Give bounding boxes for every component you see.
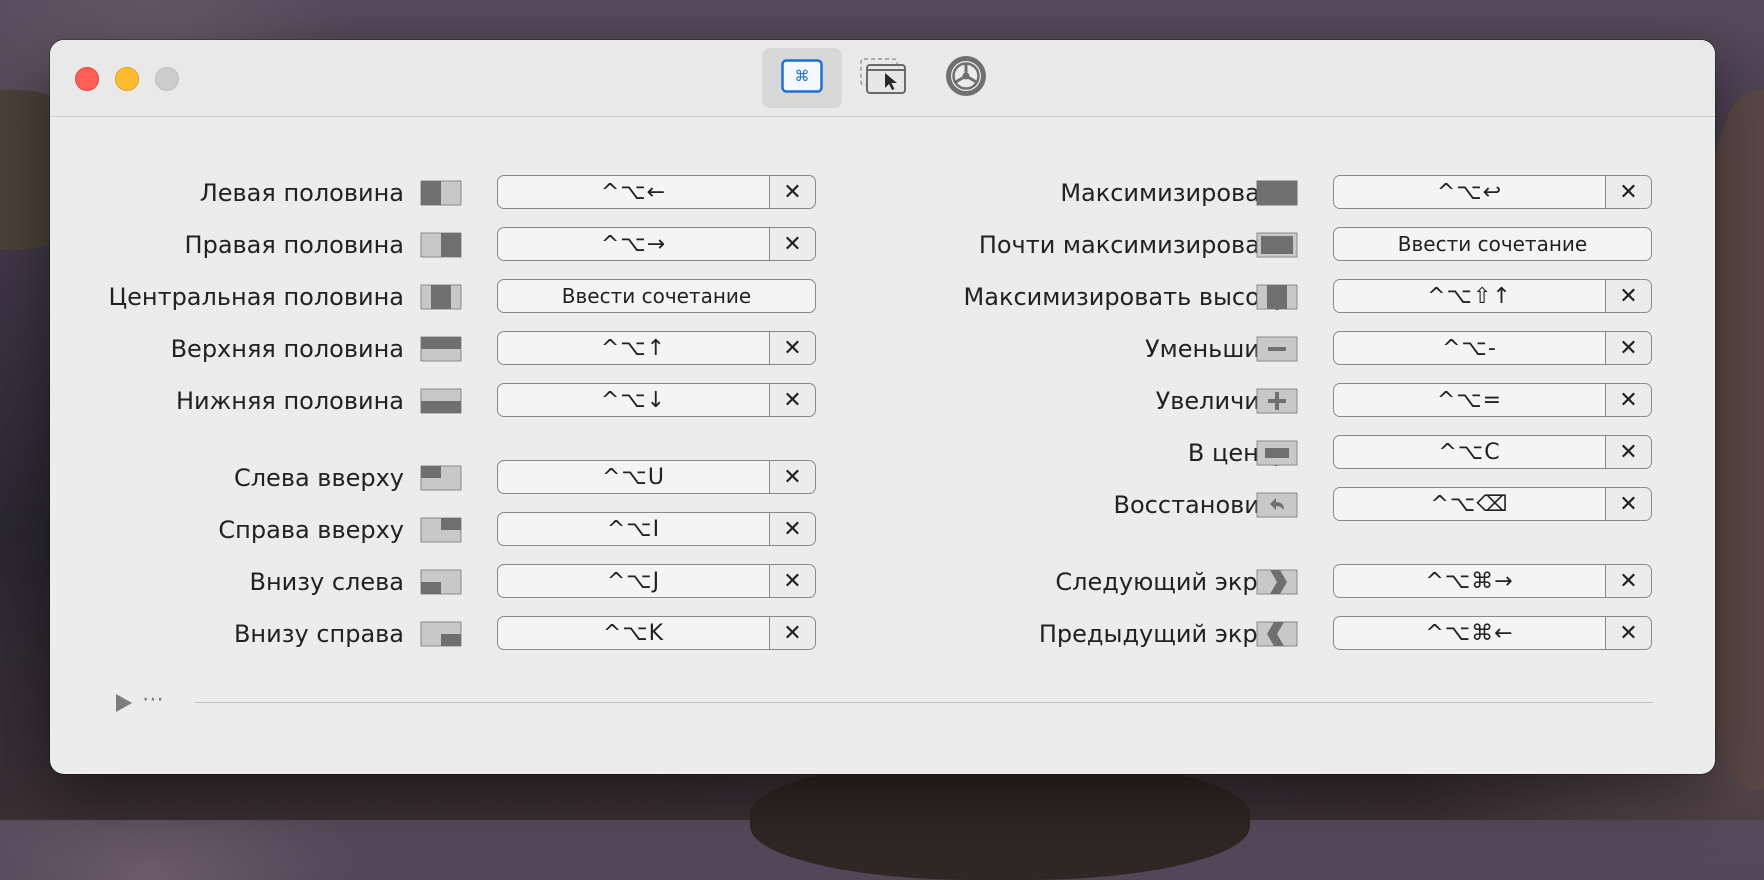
titlebar: ⌘ xyxy=(50,40,1715,117)
disclosure-triangle-icon[interactable] xyxy=(116,694,132,712)
clear-shortcut-button[interactable]: ✕ xyxy=(1606,383,1652,417)
desktop-wallpaper-rock xyxy=(750,760,1250,880)
shortcut-recorder-make-smaller[interactable]: ^⌥- xyxy=(1333,331,1606,365)
maximize-icon xyxy=(1256,180,1298,206)
shortcut-row-center: В центр ^⌥C ✕ xyxy=(50,435,1715,471)
minimize-window-button[interactable] xyxy=(115,67,139,91)
clear-shortcut-button[interactable]: ✕ xyxy=(1606,487,1652,521)
shortcut-row-maximize: Максимизировать ^⌥↩ ✕ xyxy=(50,175,1715,211)
divider xyxy=(195,702,1653,703)
shortcut-label: Максимизировать высоту xyxy=(963,283,1288,311)
clear-shortcut-button[interactable]: ✕ xyxy=(1606,175,1652,209)
command-key-icon: ⌘ xyxy=(781,59,823,97)
shortcut-row-maximize-height: Максимизировать высоту ^⌥⇧↑ ✕ xyxy=(50,279,1715,315)
shortcut-row-next-display: Следующий экран ^⌥⌘→ ✕ xyxy=(50,564,1715,600)
window-cursor-icon xyxy=(859,57,909,99)
tab-snap-areas[interactable] xyxy=(844,48,924,108)
clear-shortcut-button[interactable]: ✕ xyxy=(1606,564,1652,598)
shortcut-row-make-smaller: Уменьшить ^⌥- ✕ xyxy=(50,331,1715,367)
shortcut-row-restore: Восстановить ^⌥⌫ ✕ xyxy=(50,487,1715,523)
next-display-icon xyxy=(1256,569,1298,595)
shortcut-recorder-maximize[interactable]: ^⌥↩ xyxy=(1333,175,1606,209)
restore-icon xyxy=(1256,492,1298,518)
close-window-button[interactable] xyxy=(75,67,99,91)
almost-maximize-icon xyxy=(1256,232,1298,258)
shortcut-row-almost-maximize: Почти максимизировать Ввести сочетание xyxy=(50,227,1715,263)
more-options-button[interactable]: ⋯ xyxy=(142,685,164,715)
tab-keyboard-shortcuts[interactable]: ⌘ xyxy=(762,48,842,108)
shortcut-label: Следующий экран xyxy=(1055,568,1288,596)
shortcut-row-previous-display: Предыдущий экран ^⌥⌘← ✕ xyxy=(50,616,1715,652)
shortcut-recorder-maximize-height[interactable]: ^⌥⇧↑ xyxy=(1333,279,1606,313)
shortcut-label: Предыдущий экран xyxy=(1038,620,1288,648)
gear-icon xyxy=(944,54,988,102)
shortcut-label: Максимизировать xyxy=(1060,179,1288,207)
svg-text:⌘: ⌘ xyxy=(795,67,810,85)
shortcut-recorder-center[interactable]: ^⌥C xyxy=(1333,435,1606,469)
clear-shortcut-button[interactable]: ✕ xyxy=(1606,331,1652,365)
shortcut-recorder-previous-display[interactable]: ^⌥⌘← xyxy=(1333,616,1606,650)
center-icon xyxy=(1256,440,1298,466)
previous-display-icon xyxy=(1256,621,1298,647)
plus-icon xyxy=(1256,388,1298,414)
tab-general-settings[interactable] xyxy=(926,48,1006,108)
shortcut-recorder-restore[interactable]: ^⌥⌫ xyxy=(1333,487,1606,521)
clear-shortcut-button[interactable]: ✕ xyxy=(1606,279,1652,313)
settings-window: ⌘ Левая половина ^⌥← ✕ Правая половина ^… xyxy=(50,40,1715,774)
minus-icon xyxy=(1256,336,1298,362)
clear-shortcut-button[interactable]: ✕ xyxy=(1606,435,1652,469)
maximize-height-icon xyxy=(1256,284,1298,310)
shortcut-recorder-next-display[interactable]: ^⌥⌘→ xyxy=(1333,564,1606,598)
shortcut-label: Почти максимизировать xyxy=(978,231,1288,259)
zoom-window-button xyxy=(155,67,179,91)
clear-shortcut-button[interactable]: ✕ xyxy=(1606,616,1652,650)
shortcut-recorder-almost-maximize[interactable]: Ввести сочетание xyxy=(1333,227,1652,261)
shortcut-row-make-larger: Увеличить ^⌥= ✕ xyxy=(50,383,1715,419)
shortcut-recorder-make-larger[interactable]: ^⌥= xyxy=(1333,383,1606,417)
